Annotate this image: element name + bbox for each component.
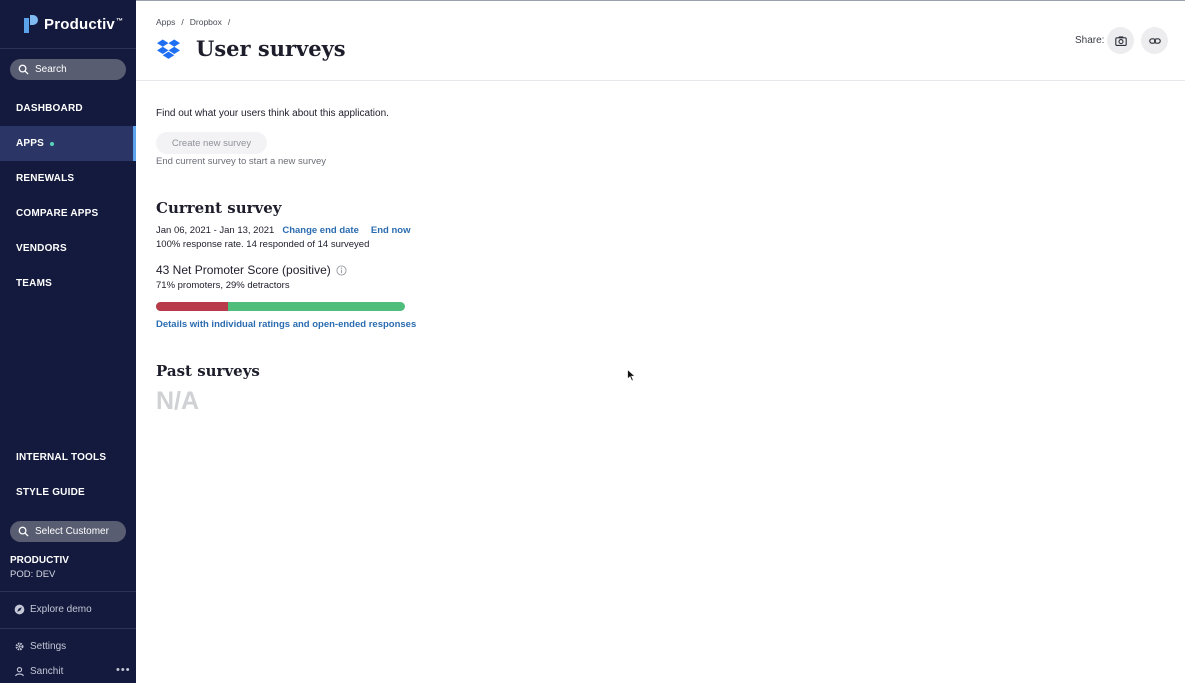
nav-label: DASHBOARD	[16, 103, 83, 114]
compass-icon	[14, 604, 25, 615]
user-icon	[15, 667, 24, 677]
nav-item-vendors[interactable]: VENDORS	[0, 231, 136, 266]
nav-item-internal-tools[interactable]: INTERNAL TOOLS	[0, 440, 136, 475]
active-indicator-dot	[50, 141, 55, 146]
nav-item-renewals[interactable]: RENEWALS	[0, 161, 136, 196]
top-border	[136, 0, 1185, 1]
select-customer-label: Select Customer	[35, 526, 109, 537]
breadcrumb: Apps / Dropbox /	[156, 17, 230, 27]
header-divider	[136, 80, 1185, 81]
explore-demo-link[interactable]: Explore demo	[14, 604, 92, 615]
create-survey-hint: End current survey to start a new survey	[156, 156, 327, 167]
nav-item-apps[interactable]: APPS	[0, 126, 136, 161]
end-now-link[interactable]: End now	[371, 225, 411, 236]
nps-breakdown: 71% promoters, 29% detractors	[156, 280, 290, 291]
brand-logo[interactable]: Productiv™	[24, 14, 123, 34]
nav-label: RENEWALS	[16, 173, 75, 184]
screenshot-share-button[interactable]	[1107, 27, 1134, 54]
create-new-survey-button[interactable]: Create new survey	[156, 132, 267, 154]
sidebar-divider	[0, 591, 136, 592]
nps-bar	[156, 302, 405, 311]
productiv-logo-icon	[24, 15, 38, 33]
search-icon	[18, 526, 29, 537]
share-label: Share:	[1075, 35, 1105, 46]
nps-score-row: 43 Net Promoter Score (positive)	[156, 263, 347, 277]
customer-name: PRODUCTIV	[10, 555, 69, 566]
nps-bar-detractors	[156, 302, 229, 311]
nav-label: INTERNAL TOOLS	[16, 452, 107, 463]
info-icon[interactable]	[336, 264, 347, 276]
dropbox-icon	[157, 39, 180, 59]
select-customer[interactable]: Select Customer	[10, 521, 126, 542]
sidebar: Productiv™ Search DASHBOARD APPS RENEWAL…	[0, 0, 136, 683]
page-title: User surveys	[196, 36, 346, 61]
camera-icon	[1114, 35, 1127, 46]
nav-label: STYLE GUIDE	[16, 487, 85, 498]
more-options-icon[interactable]: •••	[116, 664, 131, 676]
nav-item-style-guide[interactable]: STYLE GUIDE	[0, 475, 136, 510]
mouse-cursor-icon	[627, 369, 636, 382]
past-surveys-title: Past surveys	[156, 362, 260, 380]
settings-label: Settings	[30, 641, 67, 652]
nps-score: 43 Net Promoter Score (positive)	[156, 263, 331, 277]
breadcrumb-separator: /	[181, 17, 184, 27]
user-menu[interactable]: Sanchit	[14, 666, 63, 677]
nav-item-teams[interactable]: TEAMS	[0, 266, 136, 301]
intro-text: Find out what your users think about thi…	[156, 108, 389, 119]
sidebar-divider	[0, 628, 136, 629]
explore-demo-label: Explore demo	[30, 604, 92, 615]
sidebar-search[interactable]: Search	[10, 59, 126, 80]
nav-label: COMPARE APPS	[16, 208, 99, 219]
gear-icon	[15, 642, 24, 651]
link-icon	[1148, 37, 1161, 44]
response-rate-text: 100% response rate. 14 responded of 14 s…	[156, 239, 370, 250]
survey-date-range: Jan 06, 2021 - Jan 13, 2021	[156, 225, 275, 236]
settings-link[interactable]: Settings	[14, 641, 66, 652]
user-name: Sanchit	[30, 666, 64, 677]
nav-label: VENDORS	[16, 243, 67, 254]
breadcrumb-dropbox[interactable]: Dropbox	[190, 17, 222, 27]
nav-label: TEAMS	[16, 278, 52, 289]
past-surveys-empty: N/A	[156, 387, 200, 415]
nav-item-dashboard[interactable]: DASHBOARD	[0, 91, 136, 126]
search-icon	[18, 64, 29, 75]
copy-link-button[interactable]	[1141, 27, 1168, 54]
current-survey-title: Current survey	[156, 199, 282, 217]
sidebar-divider	[0, 48, 136, 49]
nav-label: APPS	[16, 138, 45, 149]
brand-name: Productiv™	[44, 15, 124, 33]
customer-pod: POD: DEV	[10, 569, 56, 580]
change-end-date-link[interactable]: Change end date	[282, 225, 359, 236]
breadcrumb-apps[interactable]: Apps	[156, 17, 175, 27]
breadcrumb-separator: /	[227, 17, 231, 27]
search-label: Search	[35, 64, 67, 75]
survey-dates-row: Jan 06, 2021 - Jan 13, 2021 Change end d…	[156, 225, 410, 236]
nav-item-compare-apps[interactable]: COMPARE APPS	[0, 196, 136, 231]
survey-details-link[interactable]: Details with individual ratings and open…	[156, 319, 416, 330]
